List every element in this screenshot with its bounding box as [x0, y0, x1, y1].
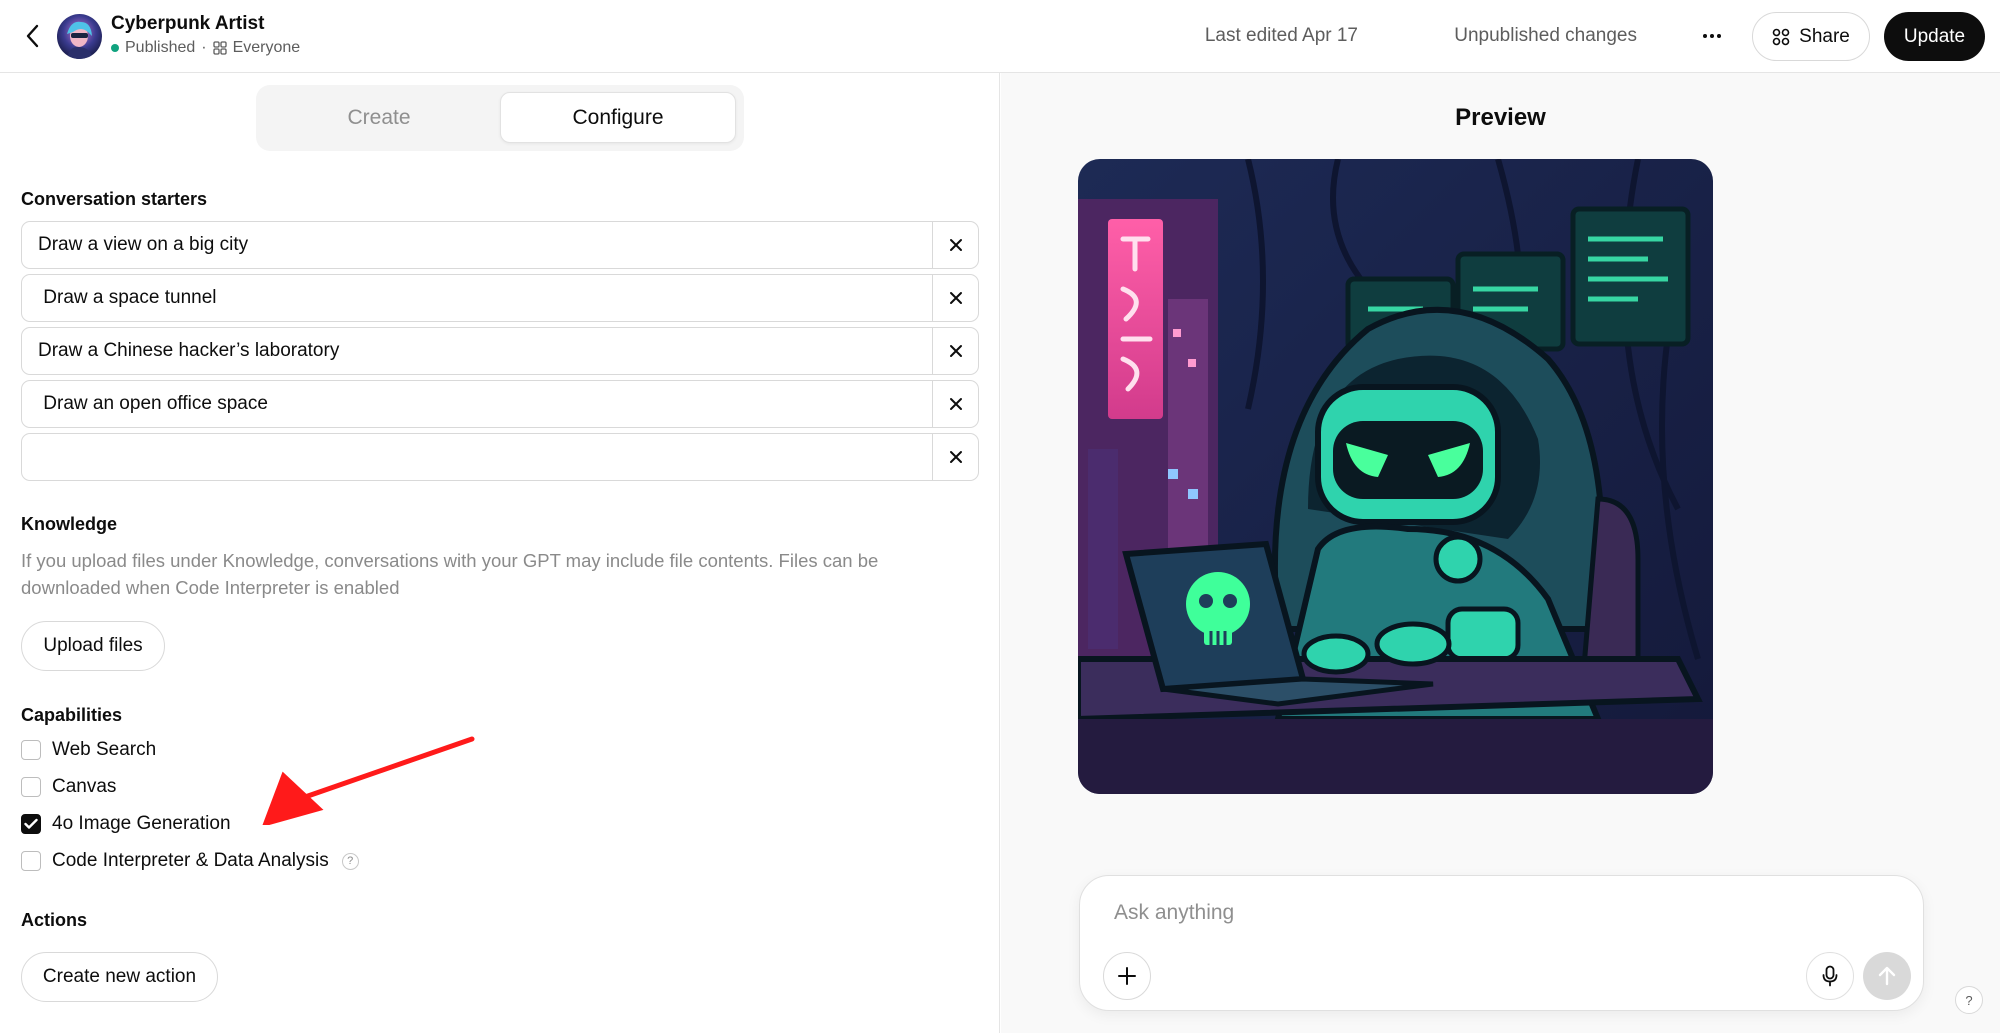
- capability-label: Web Search: [52, 739, 157, 760]
- checkbox-checked[interactable]: [21, 814, 41, 834]
- more-dots-icon: [1703, 34, 1721, 38]
- starter-input[interactable]: [22, 328, 932, 374]
- remove-starter-button[interactable]: [933, 434, 979, 480]
- send-button[interactable]: [1863, 952, 1911, 1000]
- checkbox[interactable]: [21, 777, 41, 797]
- close-icon: [950, 292, 962, 304]
- starter-input[interactable]: [22, 434, 932, 480]
- capability-label: 4o Image Generation: [52, 813, 231, 834]
- gpt-preview-image: [1078, 159, 1713, 794]
- share-button[interactable]: Share: [1752, 12, 1870, 61]
- help-button[interactable]: ?: [1955, 986, 1983, 1014]
- starter-input[interactable]: [22, 275, 932, 321]
- starter-row: [21, 380, 979, 428]
- message-composer: [1079, 875, 1924, 1011]
- published-dot-icon: [111, 44, 119, 52]
- upload-files-button[interactable]: Upload files: [21, 621, 165, 671]
- more-options-button[interactable]: [1693, 18, 1731, 54]
- starter-row: [21, 221, 979, 269]
- attach-button[interactable]: [1103, 952, 1151, 1000]
- gpt-name: Cyberpunk Artist: [111, 13, 265, 34]
- remove-starter-button[interactable]: [933, 381, 979, 427]
- knowledge-heading: Knowledge: [21, 514, 118, 534]
- top-bar: Cyberpunk Artist Published · Everyone La…: [0, 0, 2000, 73]
- status-text: Published: [125, 39, 196, 56]
- starter-row: [21, 274, 979, 322]
- knowledge-description: If you upload files under Knowledge, con…: [21, 550, 879, 598]
- gpt-avatar[interactable]: [57, 14, 102, 59]
- mode-tabs: Create Configure: [256, 85, 744, 151]
- people-icon: [212, 41, 227, 55]
- create-new-action-button[interactable]: Create new action: [21, 952, 218, 1002]
- remove-starter-button[interactable]: [933, 328, 979, 374]
- tab-create[interactable]: Create: [264, 92, 494, 143]
- starter-input[interactable]: [22, 381, 932, 427]
- checkbox[interactable]: [21, 740, 41, 760]
- audience-text: Everyone: [232, 39, 301, 56]
- close-icon: [950, 451, 962, 463]
- capability-label: Code Interpreter & Data Analysis: [52, 850, 329, 871]
- checkbox[interactable]: [21, 851, 41, 871]
- arrow-up-icon: [1878, 966, 1896, 986]
- configure-panel: Create Configure Conversation starters K…: [0, 73, 1000, 1033]
- close-icon: [950, 398, 962, 410]
- publish-status: Published · Everyone: [111, 39, 300, 57]
- plus-icon: [1118, 967, 1136, 985]
- preview-title: Preview: [1455, 104, 1546, 131]
- capability-code-interpreter[interactable]: Code Interpreter & Data Analysis ?: [21, 848, 359, 874]
- capabilities-heading: Capabilities: [21, 705, 123, 725]
- annotation-arrow-icon: [261, 736, 475, 825]
- separator: ·: [201, 39, 207, 56]
- chevron-left-icon: [26, 24, 39, 48]
- back-button[interactable]: [16, 18, 50, 54]
- update-button[interactable]: Update: [1884, 12, 1985, 61]
- close-icon: [950, 239, 962, 251]
- capability-canvas[interactable]: Canvas: [21, 774, 116, 800]
- unpublished-changes-label[interactable]: Unpublished changes: [1454, 25, 1637, 47]
- capability-web-search[interactable]: Web Search: [21, 737, 156, 763]
- remove-starter-button[interactable]: [933, 275, 979, 321]
- actions-heading: Actions: [21, 910, 88, 930]
- remove-starter-button[interactable]: [933, 222, 979, 268]
- starter-row: [21, 327, 979, 375]
- question-icon[interactable]: ?: [341, 852, 359, 870]
- share-grid-icon: [1772, 28, 1790, 45]
- share-label: Share: [1799, 25, 1850, 47]
- preview-panel: Preview Ask anything ?: [1001, 73, 2000, 1033]
- checkmark-icon: [24, 818, 38, 829]
- conversation-starters-heading: Conversation starters: [21, 189, 208, 209]
- capability-label: Canvas: [52, 776, 117, 797]
- microphone-icon: [1822, 965, 1838, 987]
- capability-image-generation[interactable]: 4o Image Generation: [21, 811, 231, 837]
- starter-row: [21, 433, 979, 481]
- tab-configure[interactable]: Configure: [500, 92, 736, 143]
- voice-input-button[interactable]: [1806, 952, 1854, 1000]
- composer-input[interactable]: [1114, 898, 1814, 928]
- starter-input[interactable]: [22, 222, 932, 268]
- last-edited-label: Last edited Apr 17: [1204, 25, 1358, 46]
- close-icon: [950, 345, 962, 357]
